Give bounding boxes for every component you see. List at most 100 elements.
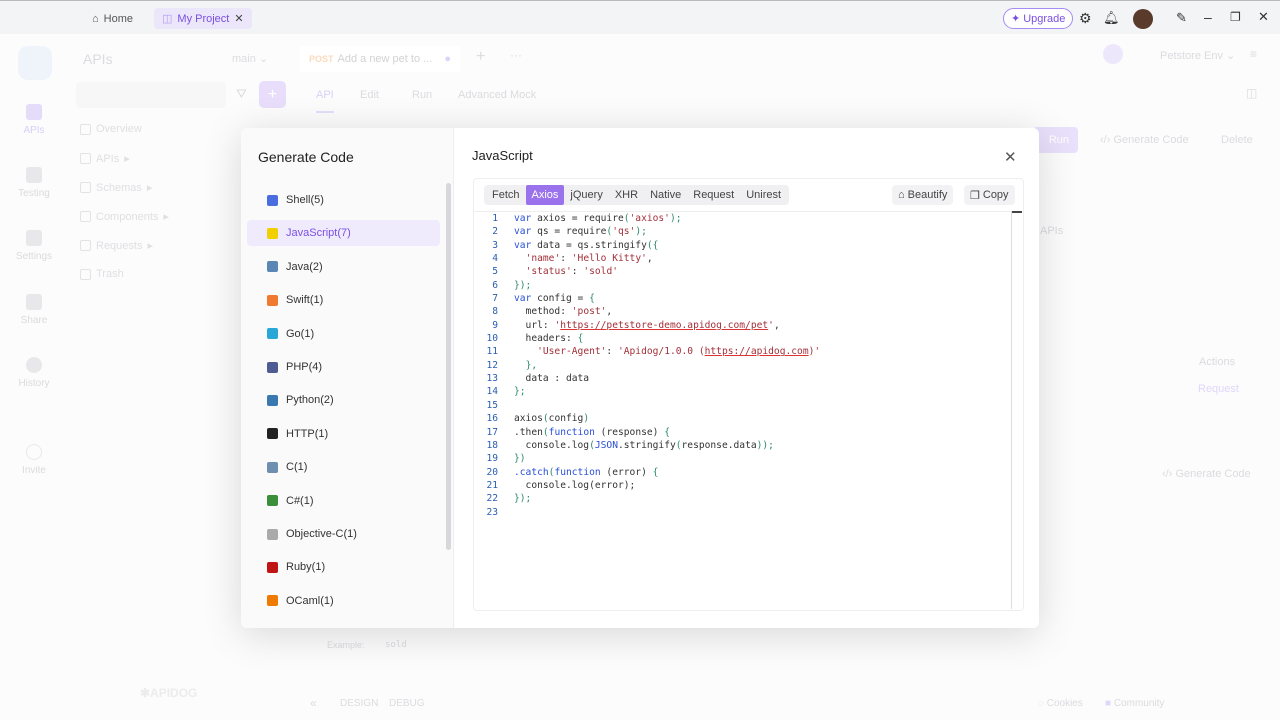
line-number: 15 xyxy=(486,399,498,411)
close-dialog-icon[interactable]: ✕ xyxy=(1004,148,1017,166)
minimize-icon[interactable]: – xyxy=(1204,9,1212,25)
language-item[interactable]: Shell(5) xyxy=(247,187,440,213)
language-scrollbar[interactable] xyxy=(446,183,451,550)
line-number: 2 xyxy=(492,226,498,238)
variant-tab[interactable]: Unirest xyxy=(740,185,787,205)
code-token: }, xyxy=(525,359,538,371)
code-token: )' xyxy=(808,346,821,358)
dialog-title: Generate Code xyxy=(258,149,354,165)
language-icon xyxy=(267,461,278,473)
variant-tab[interactable]: Fetch xyxy=(486,185,526,205)
language-icon xyxy=(267,394,278,406)
code-token: data : data xyxy=(514,373,590,385)
code-line: 12 }, xyxy=(474,359,1011,372)
code-token: var xyxy=(514,213,532,224)
variant-tabs: Fetch Axios jQuery XHR Native Request Unirest xyxy=(484,185,790,205)
line-number: 21 xyxy=(486,479,498,491)
language-item[interactable]: OCaml(1) xyxy=(247,588,440,614)
code-token: .then xyxy=(514,426,543,438)
copy-icon: ❐ xyxy=(970,189,980,202)
restore-icon[interactable]: ❐ xyxy=(1230,10,1241,24)
code-token: console.log(error); xyxy=(514,479,636,491)
beautify-button[interactable]: ⌂ Beautify xyxy=(892,185,954,205)
code-line: 18 console.log(JSON.stringify(response.d… xyxy=(474,439,1011,452)
language-item[interactable]: C(1) xyxy=(247,454,440,480)
language-label: OCaml(1) xyxy=(286,594,334,607)
code-token: axios xyxy=(514,413,543,425)
code-line: 9 url: 'https://petstore-demo.apidog.com… xyxy=(474,319,1011,332)
code-line: 11 'User-Agent': 'Apidog/1.0.0 (https://… xyxy=(474,345,1011,358)
code-line: 8 method: 'post', xyxy=(474,305,1011,318)
project-icon: ◫ xyxy=(162,13,173,25)
code-token: headers: xyxy=(514,333,578,345)
code-scroll-thumb[interactable] xyxy=(1012,211,1022,213)
line-number: 10 xyxy=(486,333,498,345)
line-number: 20 xyxy=(486,466,498,478)
code-line: 23 xyxy=(474,506,1011,519)
language-item[interactable]: Swift(1) xyxy=(247,287,440,313)
code-token: .catch xyxy=(514,466,549,478)
code-editor[interactable]: 1 var axios = require('axios'); 2 var qs = … xyxy=(474,211,1011,519)
line-code: var config = { xyxy=(514,292,595,305)
code-line: 15 xyxy=(474,399,1011,412)
code-token: config xyxy=(548,413,584,425)
code-line: 3 var data = qs.stringify({ xyxy=(474,239,1011,252)
language-label: JavaScript(7) xyxy=(286,227,351,240)
language-item[interactable]: Python(2) xyxy=(247,387,440,413)
upgrade-button[interactable]: ✦ Upgrade xyxy=(1003,8,1074,29)
language-item[interactable]: HTTP(1) xyxy=(247,421,440,447)
bell-icon[interactable]: 🔔︎ xyxy=(1103,10,1120,26)
variant-tab[interactable]: XHR xyxy=(609,185,644,205)
language-item[interactable]: Java(2) xyxy=(247,254,440,280)
language-item[interactable]: PHP(4) xyxy=(247,354,440,380)
language-item[interactable]: Ruby(1) xyxy=(247,554,440,580)
language-icon xyxy=(267,328,278,340)
code-token: (response) xyxy=(594,426,665,438)
code-token: var xyxy=(514,239,532,251)
code-token: console.log xyxy=(514,439,590,451)
code-line: 17 .then(function (response) { xyxy=(474,426,1011,439)
code-token: }) xyxy=(514,453,526,465)
code-token: method: xyxy=(514,306,572,318)
language-title: JavaScript xyxy=(472,148,533,163)
copy-button[interactable]: ❐ Copy xyxy=(964,185,1015,205)
line-number: 17 xyxy=(486,426,498,438)
project-tab[interactable]: ◫ My Project ✕ xyxy=(154,8,252,29)
language-item[interactable]: C#(1) xyxy=(247,488,440,514)
variant-tab[interactable]: Native xyxy=(644,185,687,205)
settings-icon[interactable]: ⚙ xyxy=(1079,10,1092,27)
code-token: ) xyxy=(583,413,590,425)
variant-tab[interactable]: jQuery xyxy=(564,185,608,205)
code-line: 10 headers: { xyxy=(474,332,1011,345)
close-tab-icon[interactable]: ✕ xyxy=(234,12,243,25)
language-icon xyxy=(267,528,278,540)
home-tab[interactable]: ⌂ Home xyxy=(84,8,141,29)
code-token: 'qs' xyxy=(612,226,636,238)
close-window-icon[interactable]: ✕ xyxy=(1258,9,1269,25)
code-scrollbar[interactable] xyxy=(1011,211,1012,609)
code-token: axios = require xyxy=(531,213,624,224)
language-item[interactable]: JavaScript(7) xyxy=(247,220,440,247)
pin-icon[interactable]: ✎ xyxy=(1176,10,1187,26)
line-code: }) xyxy=(514,452,526,465)
code-line: 14}; xyxy=(474,385,1011,398)
code-line: 4 'name': 'Hello Kitty', xyxy=(474,252,1011,265)
language-item[interactable]: Go(1) xyxy=(247,321,440,347)
code-token: 'Apidog/1.0.0 ( xyxy=(617,346,705,358)
code-token: : xyxy=(606,346,618,358)
line-code: }); xyxy=(514,492,531,505)
language-item[interactable]: Objective-C(1) xyxy=(247,521,440,547)
line-code: .catch(function (error) { xyxy=(514,466,658,479)
variant-tab[interactable]: Request xyxy=(687,185,740,205)
avatar[interactable] xyxy=(1133,9,1153,29)
variant-tab[interactable]: Axios xyxy=(525,185,565,205)
line-code: 'name': 'Hello Kitty', xyxy=(514,252,653,265)
code-line: 5 'status': 'sold' xyxy=(474,265,1011,278)
code-token: qs = require xyxy=(531,226,607,238)
code-token: 'User-Agent' xyxy=(537,346,607,358)
line-number: 14 xyxy=(486,386,498,398)
line-number: 6 xyxy=(492,279,498,291)
language-icon xyxy=(267,428,278,440)
